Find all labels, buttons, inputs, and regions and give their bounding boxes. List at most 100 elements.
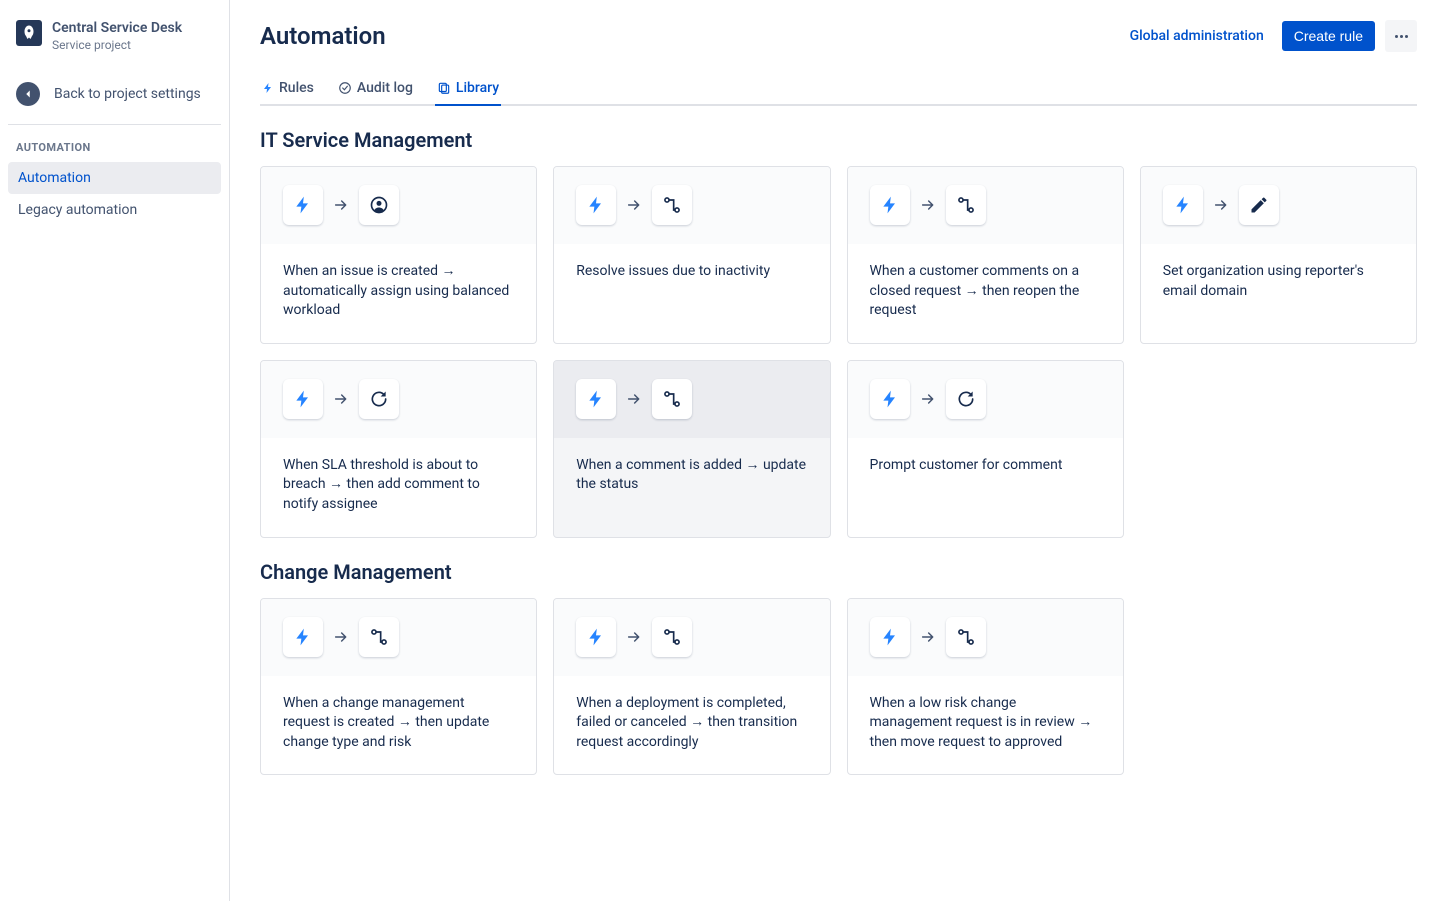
- template-card[interactable]: When a deployment is completed, failed o…: [553, 598, 830, 776]
- action-icon-box: [652, 185, 692, 225]
- bolt-icon: [1173, 195, 1193, 215]
- back-arrow-icon: [16, 82, 40, 106]
- template-card[interactable]: When a change management request is crea…: [260, 598, 537, 776]
- template-card[interactable]: When an issue is created → automatically…: [260, 166, 537, 344]
- page-header: Automation Global administration Create …: [260, 20, 1417, 52]
- template-card[interactable]: When SLA threshold is about to breach → …: [260, 360, 537, 538]
- bolt-icon: [880, 195, 900, 215]
- bolt-icon: [880, 627, 900, 647]
- arrow-right-icon: [626, 197, 642, 213]
- action-icon-box: [652, 379, 692, 419]
- card-icon-row: [261, 599, 536, 676]
- template-card[interactable]: Set organization using reporter's email …: [1140, 166, 1417, 344]
- refresh-icon: [956, 389, 976, 409]
- card-body: When SLA threshold is about to breach → …: [261, 438, 536, 537]
- sidebar: Central Service Desk Service project Bac…: [0, 0, 230, 901]
- project-name: Central Service Desk: [52, 20, 182, 36]
- action-icon-box: [359, 379, 399, 419]
- card-icon-row: [848, 167, 1123, 244]
- tab-label: Library: [456, 80, 499, 96]
- bolt-icon: [293, 389, 313, 409]
- flow-icon: [662, 195, 682, 215]
- flow-icon: [662, 389, 682, 409]
- arrow-right-icon: [333, 629, 349, 645]
- trigger-icon-box: [576, 617, 616, 657]
- library-icon: [437, 81, 451, 95]
- card-text: When SLA threshold is about to breach → …: [283, 456, 514, 515]
- action-icon-box: [946, 379, 986, 419]
- card-icon-row: [554, 167, 829, 244]
- arrow-right-icon: [626, 391, 642, 407]
- card-text: Resolve issues due to inactivity: [576, 262, 807, 282]
- bolt-icon: [586, 627, 606, 647]
- card-grid: When an issue is created → automatically…: [260, 166, 1417, 538]
- action-icon-box: [359, 617, 399, 657]
- sidebar-item-legacy-automation[interactable]: Legacy automation: [8, 194, 221, 226]
- action-icon-box: [359, 185, 399, 225]
- project-icon: [16, 20, 42, 46]
- page-title: Automation: [260, 22, 386, 50]
- action-icon-box: [1239, 185, 1279, 225]
- card-body: When a deployment is completed, failed o…: [554, 676, 829, 775]
- bolt-icon: [586, 389, 606, 409]
- arrow-right-icon: [626, 629, 642, 645]
- arrow-right-icon: [333, 391, 349, 407]
- card-icon-row: [848, 599, 1123, 676]
- tab-library[interactable]: Library: [435, 72, 501, 106]
- sidebar-section-label: AUTOMATION: [8, 141, 221, 162]
- trigger-icon-box: [283, 617, 323, 657]
- card-icon-row: [1141, 167, 1416, 244]
- bolt-icon: [262, 82, 274, 94]
- action-icon-box: [946, 617, 986, 657]
- card-text: When a low risk change management reques…: [870, 694, 1101, 753]
- create-rule-button[interactable]: Create rule: [1282, 21, 1375, 51]
- card-text: When a comment is added → update the sta…: [576, 456, 807, 495]
- sidebar-item-automation[interactable]: Automation: [8, 162, 221, 194]
- template-card[interactable]: Prompt customer for comment: [847, 360, 1124, 538]
- action-icon-box: [652, 617, 692, 657]
- card-icon-row: [848, 361, 1123, 438]
- arrow-right-icon: [920, 391, 936, 407]
- card-text: When a customer comments on a closed req…: [870, 262, 1101, 321]
- tab-audit-log[interactable]: Audit log: [336, 72, 415, 106]
- card-body: When an issue is created → automatically…: [261, 244, 536, 343]
- template-card[interactable]: When a low risk change management reques…: [847, 598, 1124, 776]
- arrow-right-icon: [920, 197, 936, 213]
- card-grid: When a change management request is crea…: [260, 598, 1417, 776]
- sidebar-item-label: Legacy automation: [18, 202, 137, 218]
- action-icon-box: [946, 185, 986, 225]
- back-link-label: Back to project settings: [54, 86, 201, 102]
- arrow-right-icon: [333, 197, 349, 213]
- tab-rules[interactable]: Rules: [260, 72, 316, 106]
- back-to-settings-link[interactable]: Back to project settings: [8, 72, 221, 116]
- tab-label: Audit log: [357, 80, 413, 96]
- trigger-icon-box: [283, 379, 323, 419]
- arrow-right-icon: [1213, 197, 1229, 213]
- main-content: Automation Global administration Create …: [230, 0, 1447, 901]
- template-card[interactable]: Resolve issues due to inactivity: [553, 166, 830, 344]
- card-text: When a deployment is completed, failed o…: [576, 694, 807, 753]
- card-body: When a change management request is crea…: [261, 676, 536, 775]
- card-icon-row: [261, 361, 536, 438]
- flow-icon: [662, 627, 682, 647]
- divider: [8, 124, 221, 125]
- section-title: IT Service Management: [260, 128, 1417, 152]
- bolt-icon: [293, 195, 313, 215]
- edit-icon: [1249, 195, 1269, 215]
- sidebar-item-label: Automation: [18, 170, 91, 186]
- card-text: Prompt customer for comment: [870, 456, 1101, 476]
- template-card[interactable]: When a comment is added → update the sta…: [553, 360, 830, 538]
- more-actions-button[interactable]: [1385, 20, 1417, 52]
- flow-icon: [956, 627, 976, 647]
- arrow-right-icon: [920, 629, 936, 645]
- check-circle-icon: [338, 81, 352, 95]
- more-icon: [1395, 35, 1408, 38]
- trigger-icon-box: [576, 379, 616, 419]
- trigger-icon-box: [870, 185, 910, 225]
- project-header[interactable]: Central Service Desk Service project: [8, 20, 221, 60]
- trigger-icon-box: [1163, 185, 1203, 225]
- template-card[interactable]: When a customer comments on a closed req…: [847, 166, 1124, 344]
- global-administration-link[interactable]: Global administration: [1122, 22, 1272, 50]
- card-body: When a low risk change management reques…: [848, 676, 1123, 775]
- refresh-icon: [369, 389, 389, 409]
